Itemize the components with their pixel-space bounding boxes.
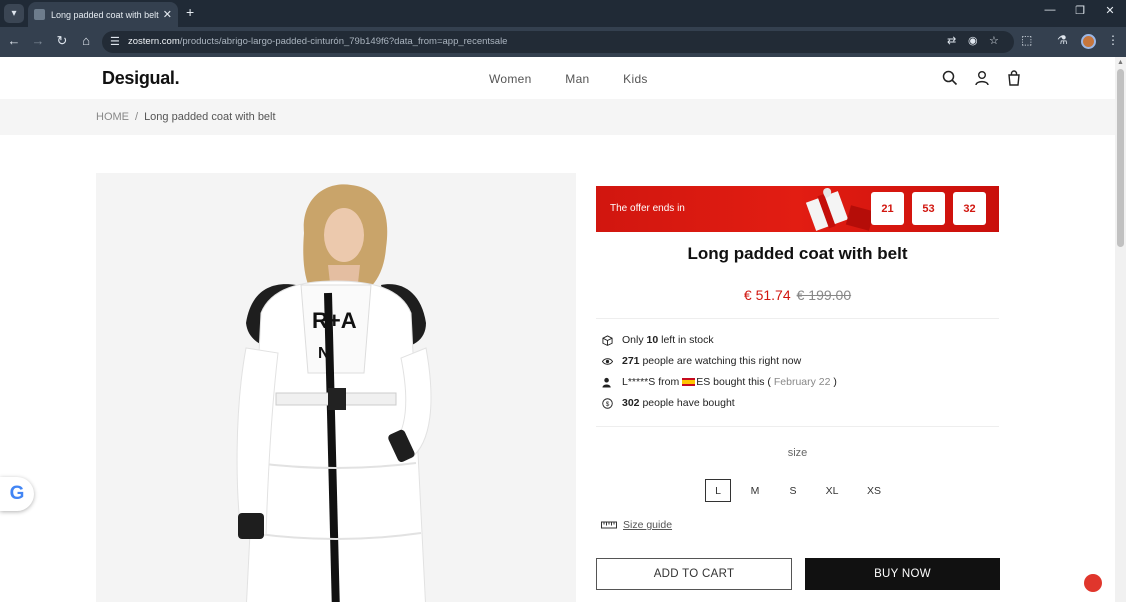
coat-model-illustration: R+A Ni — [96, 173, 576, 602]
eye-off-icon[interactable]: ◉ — [968, 34, 978, 47]
divider — [596, 318, 999, 319]
size-option-s[interactable]: S — [780, 479, 806, 502]
breadcrumb: HOME / Long padded coat with belt — [96, 111, 276, 123]
bookmark-star-icon[interactable]: ☆ — [989, 34, 999, 47]
svg-text:$: $ — [606, 400, 610, 407]
user-icon — [602, 377, 611, 388]
back-icon[interactable]: ← — [5, 33, 23, 48]
nav-man[interactable]: Man — [565, 72, 589, 86]
home-icon[interactable]: ⌂ — [77, 33, 95, 48]
divider — [596, 426, 999, 427]
box-icon — [602, 334, 613, 346]
browser-tab[interactable]: Long padded coat with belt - D ✕ — [28, 2, 178, 27]
tab-title: Long padded coat with belt - D — [51, 9, 159, 20]
new-tab-icon[interactable]: + — [186, 4, 194, 20]
offer-text: The offer ends in — [610, 203, 685, 214]
site-logo[interactable]: Desigual. — [102, 68, 180, 89]
stock-info: Only 10 left in stock — [602, 334, 714, 346]
site-info-icon[interactable]: ☰ — [110, 35, 120, 48]
nav-women[interactable]: Women — [489, 72, 532, 86]
forward-icon[interactable]: → — [29, 33, 47, 48]
google-badge-icon[interactable]: G — [0, 477, 34, 511]
address-bar[interactable]: ☰ zostern.com/products/abrigo-largo-padd… — [102, 31, 1014, 53]
tab-close-icon[interactable]: ✕ — [163, 8, 172, 21]
size-guide-link[interactable]: Size guide — [601, 519, 672, 531]
product-image[interactable]: R+A Ni — [96, 173, 576, 602]
window-close-icon[interactable]: ✕ — [1099, 4, 1121, 17]
browser-toolbar: ← → ↻ ⌂ ☰ zostern.com/products/abrigo-la… — [0, 27, 1126, 57]
watching-info: 271 people are watching this right now — [602, 355, 801, 367]
offer-countdown-banner: The offer ends in 21 53 32 — [596, 186, 999, 232]
web-page: Desigual. Women Man Kids HOME / Long padde… — [0, 57, 1115, 602]
account-icon[interactable] — [974, 70, 990, 86]
size-option-m[interactable]: M — [742, 479, 768, 502]
buy-now-button[interactable]: BUY NOW — [805, 558, 1000, 590]
product-title: Long padded coat with belt — [687, 244, 908, 263]
ruler-icon — [601, 521, 617, 529]
chat-widget-icon[interactable] — [1084, 574, 1102, 592]
scroll-up-icon[interactable]: ▲ — [1117, 59, 1124, 66]
size-option-xl[interactable]: XL — [819, 479, 845, 502]
reload-icon[interactable]: ↻ — [53, 33, 71, 49]
labs-flask-icon[interactable]: ⚗ — [1057, 33, 1068, 47]
minimize-icon[interactable]: — — [1039, 4, 1061, 16]
price-row: € 51.74 € 199.00 — [596, 287, 999, 303]
browser-tab-strip: ▾ Long padded coat with belt - D ✕ + — ❐… — [0, 0, 1126, 27]
size-option-l[interactable]: L — [705, 479, 731, 502]
main-nav: Women Man Kids — [489, 72, 678, 86]
menu-kebab-icon[interactable]: ⋮ — [1107, 33, 1119, 47]
page-scrollbar[interactable]: ▲ — [1115, 57, 1126, 602]
original-price: € 199.00 — [796, 287, 852, 303]
profile-avatar[interactable] — [1081, 34, 1096, 49]
extensions-icon[interactable]: ⬚ — [1021, 33, 1032, 47]
add-to-cart-button[interactable]: ADD TO CART — [596, 558, 792, 590]
tab-search-button[interactable]: ▾ — [4, 4, 24, 23]
total-bought-info: $ 302 people have bought — [602, 397, 735, 409]
sale-price: € 51.74 — [743, 287, 791, 303]
size-option-xs[interactable]: XS — [861, 479, 887, 502]
site-favicon-icon — [34, 9, 45, 20]
breadcrumb-home[interactable]: HOME — [96, 111, 129, 123]
url-text[interactable]: zostern.com/products/abrigo-largo-padded… — [128, 36, 507, 47]
dollar-coin-icon: $ — [602, 397, 613, 409]
gift-box-icon — [805, 187, 875, 231]
translate-icon[interactable]: ⇄ — [947, 34, 956, 47]
search-icon[interactable] — [942, 70, 958, 86]
recent-purchase-info: L*****S from ES bought this ( February 22… — [602, 376, 837, 388]
restore-icon[interactable]: ❐ — [1069, 4, 1091, 17]
countdown-minutes: 53 — [912, 192, 945, 225]
svg-text:R+A: R+A — [312, 308, 357, 333]
countdown-seconds: 32 — [953, 192, 986, 225]
nav-kids[interactable]: Kids — [623, 72, 648, 86]
cart-bag-icon[interactable] — [1006, 70, 1022, 86]
scroll-thumb[interactable] — [1117, 69, 1124, 247]
eye-icon — [602, 357, 613, 365]
breadcrumb-bar: HOME / Long padded coat with belt — [0, 99, 1115, 135]
spain-flag-icon — [682, 378, 696, 386]
breadcrumb-current: Long padded coat with belt — [144, 111, 276, 123]
countdown-hours: 21 — [871, 192, 904, 225]
size-label: size — [787, 447, 808, 459]
